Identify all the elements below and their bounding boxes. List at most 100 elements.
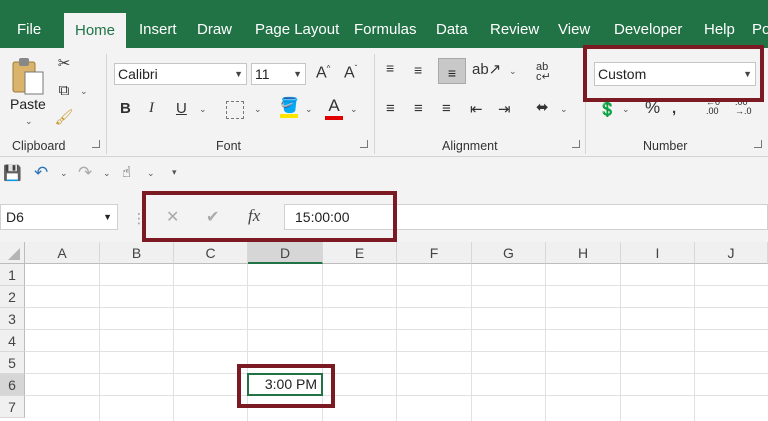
- copy-icon[interactable]: ⧉: [54, 82, 74, 99]
- font-size-value: 11: [255, 66, 270, 82]
- italic-button[interactable]: I: [149, 100, 154, 117]
- group-separator: [106, 54, 107, 154]
- format-painter-icon[interactable]: 🖌: [54, 108, 74, 126]
- font-group-label: Font: [216, 139, 242, 153]
- clipboard-launcher-icon[interactable]: [92, 140, 100, 148]
- column-header[interactable]: B: [100, 242, 174, 264]
- tab-home[interactable]: Home: [64, 13, 126, 48]
- top-align-icon[interactable]: ≡: [386, 60, 394, 76]
- merge-center-icon[interactable]: ⬌: [536, 98, 549, 116]
- decrease-indent-icon[interactable]: ⇤: [470, 100, 483, 118]
- grid-line: [25, 329, 768, 330]
- orientation-icon[interactable]: ab↗: [472, 60, 501, 78]
- column-header[interactable]: C: [174, 242, 248, 264]
- tab-draw[interactable]: Draw: [197, 0, 232, 48]
- font-launcher-icon[interactable]: [360, 140, 368, 148]
- row-header[interactable]: 6: [0, 374, 25, 396]
- grid-line: [545, 264, 546, 421]
- font-size-combo[interactable]: 11 ▼: [251, 63, 306, 85]
- underline-dropdown-icon[interactable]: ⌄: [199, 104, 207, 115]
- borders-dropdown-icon[interactable]: ⌄: [254, 104, 262, 115]
- font-color-icon[interactable]: A: [325, 96, 343, 120]
- alignment-launcher-icon[interactable]: [572, 140, 580, 148]
- tab-help[interactable]: Help: [704, 0, 735, 48]
- align-right-icon[interactable]: ≡: [442, 100, 451, 117]
- column-header[interactable]: E: [323, 242, 397, 264]
- group-separator: [374, 54, 375, 154]
- tab-view[interactable]: View: [558, 0, 590, 48]
- column-header[interactable]: D: [248, 242, 323, 264]
- undo-icon[interactable]: ↶: [34, 163, 48, 183]
- row-header[interactable]: 3: [0, 308, 25, 330]
- column-header[interactable]: A: [25, 242, 100, 264]
- column-header[interactable]: H: [546, 242, 621, 264]
- font-name-combo[interactable]: Calibri ▼: [114, 63, 247, 85]
- underline-button[interactable]: U: [176, 100, 187, 117]
- spreadsheet-grid: A B C D E F G H I J 1 2 3 4 5 6 7 3:00 P…: [0, 242, 768, 421]
- grid-line: [471, 264, 472, 421]
- grid-line: [694, 264, 695, 421]
- tab-insert[interactable]: Insert: [139, 0, 177, 48]
- row-header[interactable]: 5: [0, 352, 25, 374]
- font-color-dropdown-icon[interactable]: ⌄: [350, 104, 358, 115]
- column-header[interactable]: I: [621, 242, 695, 264]
- formula-bar-highlight: [142, 191, 397, 242]
- increase-indent-icon[interactable]: ⇥: [498, 100, 511, 118]
- customize-qat-icon[interactable]: ▾: [172, 167, 177, 178]
- align-left-icon[interactable]: ≡: [386, 100, 395, 117]
- name-box[interactable]: D6 ▼: [0, 204, 118, 230]
- tab-power-pivot[interactable]: Po: [752, 0, 768, 48]
- bold-button[interactable]: B: [120, 100, 131, 117]
- accounting-dropdown-icon[interactable]: ⌄: [622, 104, 630, 115]
- tab-page-layout[interactable]: Page Layout: [255, 0, 339, 48]
- tab-formulas[interactable]: Formulas: [354, 0, 417, 48]
- wrap-text-icon[interactable]: ab c↵: [536, 62, 551, 83]
- number-group-label: Number: [643, 139, 688, 153]
- save-icon[interactable]: 💾: [3, 164, 22, 182]
- row-header[interactable]: 4: [0, 330, 25, 352]
- tab-review[interactable]: Review: [490, 0, 539, 48]
- middle-align-icon[interactable]: ≡: [414, 62, 422, 78]
- redo-dropdown-icon[interactable]: ⌄: [103, 168, 111, 179]
- bottom-align-button[interactable]: ≡: [438, 58, 466, 84]
- touch-mode-icon[interactable]: ☝: [122, 163, 131, 181]
- accounting-format-icon[interactable]: 💲: [598, 100, 617, 118]
- column-header[interactable]: G: [472, 242, 546, 264]
- select-all-corner[interactable]: [0, 242, 25, 264]
- row-header[interactable]: 1: [0, 264, 25, 286]
- merge-dropdown-icon[interactable]: ⌄: [560, 104, 568, 115]
- copy-dropdown-icon[interactable]: ⌄: [80, 86, 88, 97]
- undo-dropdown-icon[interactable]: ⌄: [60, 168, 68, 179]
- grid-line: [99, 264, 100, 421]
- tab-developer[interactable]: Developer: [614, 0, 682, 48]
- row-header[interactable]: 2: [0, 286, 25, 308]
- tab-data[interactable]: Data: [436, 0, 468, 48]
- chevron-down-icon: ▼: [234, 69, 243, 79]
- select-all-icon: [8, 248, 20, 260]
- name-box-value: D6: [6, 209, 24, 225]
- row-header[interactable]: 7: [0, 396, 25, 418]
- grid-line: [25, 395, 768, 396]
- decrease-font-size-icon[interactable]: Aˇ: [344, 64, 357, 82]
- paste-button[interactable]: [8, 56, 48, 98]
- paste-dropdown-icon[interactable]: ⌄: [25, 116, 33, 127]
- grid-line: [25, 307, 768, 308]
- font-name-value: Calibri: [118, 66, 158, 82]
- fill-color-dropdown-icon[interactable]: ⌄: [305, 104, 313, 115]
- alignment-group-label: Alignment: [442, 139, 498, 153]
- column-header[interactable]: F: [397, 242, 472, 264]
- increase-font-size-icon[interactable]: A^: [316, 64, 330, 82]
- borders-icon[interactable]: [226, 101, 244, 119]
- column-header[interactable]: J: [695, 242, 768, 264]
- orientation-dropdown-icon[interactable]: ⌄: [509, 66, 517, 77]
- number-launcher-icon[interactable]: [754, 140, 762, 148]
- grid-line: [173, 264, 174, 421]
- cut-icon[interactable]: ✂: [54, 54, 74, 72]
- tab-file[interactable]: File: [17, 0, 41, 48]
- touch-dropdown-icon[interactable]: ⌄: [147, 168, 155, 179]
- fill-color-icon[interactable]: 🪣: [280, 96, 299, 118]
- comma-style-icon[interactable]: ,: [672, 100, 676, 117]
- redo-icon[interactable]: ↷: [78, 163, 92, 183]
- paste-label[interactable]: Paste: [10, 96, 46, 112]
- align-center-icon[interactable]: ≡: [414, 100, 423, 117]
